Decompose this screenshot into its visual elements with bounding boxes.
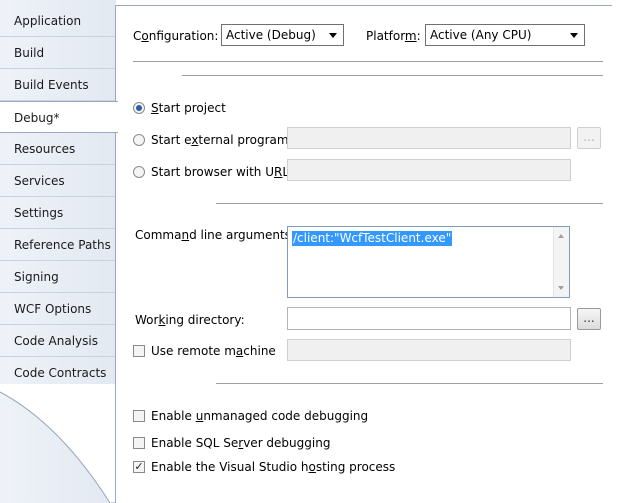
browse-working-directory-button[interactable]: ... [577, 308, 601, 330]
start-external-program-radio[interactable] [133, 134, 145, 146]
chevron-down-icon [329, 33, 337, 38]
scroll-up-icon[interactable] [558, 234, 564, 238]
checkmark-icon: ✓ [134, 460, 144, 473]
command-line-arguments-value: /client:"WcfTestClient.exe" [292, 231, 453, 246]
platform-label: Platform: [366, 29, 421, 43]
external-program-input[interactable] [287, 127, 571, 149]
debug-settings-panel: Configuration: Active (Debug) Platform: … [115, 5, 612, 503]
configuration-dropdown[interactable]: Active (Debug) [221, 24, 344, 46]
tab-label: Services [14, 174, 65, 188]
tab-label: Debug* [14, 111, 60, 125]
divider [133, 61, 603, 62]
command-line-arguments-label: Command line arguments: [135, 228, 295, 242]
command-line-arguments-textarea[interactable]: /client:"WcfTestClient.exe" [287, 226, 570, 298]
start-project-label: Start project [151, 101, 226, 115]
start-browser-url-radio[interactable] [133, 166, 145, 178]
tab-label: WCF Options [14, 302, 92, 316]
tab-label: Build [14, 46, 45, 60]
divider [216, 383, 603, 384]
tab-services[interactable]: Services [0, 165, 116, 197]
tab-strip-curve [0, 384, 116, 503]
divider [216, 203, 603, 204]
tab-strip: Application Build Build Events Debug* Re… [0, 0, 118, 503]
start-project-radio[interactable] [133, 102, 145, 114]
tab-label: Signing [14, 270, 59, 284]
scroll-down-icon[interactable] [558, 286, 564, 290]
divider [182, 75, 603, 76]
tab-label: Code Analysis [14, 334, 98, 348]
tab-build[interactable]: Build [0, 37, 116, 69]
tab-label: Application [14, 14, 82, 28]
configuration-label: Configuration: [133, 29, 219, 43]
tab-label: Settings [14, 206, 64, 220]
tab-label: Build Events [14, 78, 89, 92]
tab-resources[interactable]: Resources [0, 133, 116, 165]
working-directory-input[interactable] [287, 307, 571, 330]
textarea-scrollbar[interactable] [553, 227, 569, 297]
working-directory-label: Working directory: [135, 313, 245, 327]
enable-sql-debugging-label: Enable SQL Server debugging [151, 436, 331, 450]
tab-debug[interactable]: Debug* [0, 101, 118, 133]
enable-unmanaged-debugging-checkbox[interactable] [133, 410, 145, 422]
enable-hosting-process-label: Enable the Visual Studio hosting process [151, 460, 396, 474]
browse-button-label: ... [583, 130, 595, 144]
tab-reference-paths[interactable]: Reference Paths [0, 229, 116, 261]
browse-external-program-button[interactable]: ... [577, 127, 601, 149]
tab-settings[interactable]: Settings [0, 197, 116, 229]
browse-button-label: ... [583, 311, 595, 325]
configuration-value: Active (Debug) [226, 28, 316, 42]
tab-signing[interactable]: Signing [0, 261, 116, 293]
tab-application[interactable]: Application [0, 5, 116, 37]
tab-wcf-options[interactable]: WCF Options [0, 293, 116, 325]
use-remote-machine-label: Use remote machine [151, 344, 276, 358]
use-remote-machine-checkbox[interactable] [133, 345, 145, 357]
tab-label: Code Contracts [14, 366, 107, 380]
tab-code-analysis[interactable]: Code Analysis [0, 325, 116, 357]
chevron-down-icon [570, 33, 578, 38]
enable-unmanaged-debugging-label: Enable unmanaged code debugging [151, 409, 369, 423]
platform-dropdown[interactable]: Active (Any CPU) [425, 24, 585, 46]
tab-label: Reference Paths [14, 238, 111, 252]
start-external-program-label: Start external program: [151, 133, 293, 147]
tab-build-events[interactable]: Build Events [0, 69, 116, 101]
browser-url-input[interactable] [287, 159, 571, 181]
enable-sql-debugging-checkbox[interactable] [133, 437, 145, 449]
remote-machine-input[interactable] [287, 339, 571, 361]
tab-label: Resources [14, 142, 76, 156]
platform-value: Active (Any CPU) [430, 28, 532, 42]
start-browser-url-label: Start browser with URL: [151, 165, 293, 179]
enable-hosting-process-checkbox[interactable]: ✓ [133, 461, 145, 473]
